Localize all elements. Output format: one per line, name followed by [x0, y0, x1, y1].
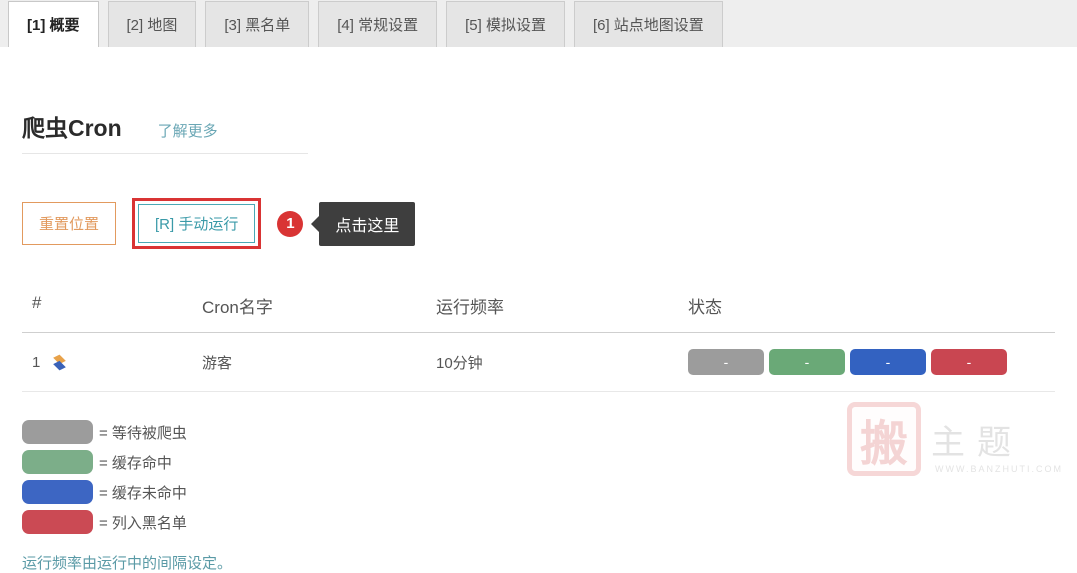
- tab-overview[interactable]: [1] 概要: [8, 1, 99, 47]
- table-header: # Cron名字 运行频率 状态: [22, 285, 1055, 333]
- crawler-icon: [50, 353, 69, 372]
- manual-run-button[interactable]: [R] 手动运行: [138, 204, 255, 243]
- row-index: 1: [32, 354, 40, 371]
- row-name: 游客: [202, 352, 436, 373]
- cron-table: # Cron名字 运行频率 状态 1 游客 10分钟 - - -: [22, 285, 1055, 392]
- status-pill-hit[interactable]: -: [769, 349, 845, 375]
- legend: = 等待被爬虫 = 缓存命中 = 缓存未命中 = 列入黑名单: [22, 420, 1055, 534]
- col-name: Cron名字: [202, 293, 436, 318]
- status-pill-blacklist[interactable]: -: [931, 349, 1007, 375]
- row-freq: 10分钟: [436, 352, 688, 373]
- content-panel: 爬虫Cron 了解更多 重置位置 [R] 手动运行 1 点击这里 # Cron名…: [0, 47, 1077, 573]
- legend-label: = 缓存未命中: [99, 482, 187, 503]
- legend-swatch-green: [22, 450, 93, 474]
- tab-bar: [1] 概要 [2] 地图 [3] 黑名单 [4] 常规设置 [5] 模拟设置 …: [0, 0, 1077, 47]
- col-freq: 运行频率: [436, 293, 688, 318]
- legend-item-hit: = 缓存命中: [22, 450, 1055, 474]
- col-status: 状态: [688, 293, 1045, 318]
- legend-swatch-blue: [22, 480, 93, 504]
- tab-general-settings[interactable]: [4] 常规设置: [318, 1, 437, 47]
- legend-swatch-red: [22, 510, 93, 534]
- learn-more-link[interactable]: 了解更多: [158, 120, 218, 143]
- tab-map[interactable]: [2] 地图: [108, 1, 197, 47]
- step-badge: 1: [277, 211, 303, 237]
- click-here-tooltip: 点击这里: [319, 202, 415, 246]
- footer-note: 运行频率由运行中的间隔设定。: [22, 552, 1055, 573]
- col-index: #: [32, 293, 202, 318]
- section-title: 爬虫Cron: [22, 109, 122, 143]
- legend-item-miss: = 缓存未命中: [22, 480, 1055, 504]
- legend-label: = 列入黑名单: [99, 512, 187, 533]
- legend-item-blacklist: = 列入黑名单: [22, 510, 1055, 534]
- reset-position-button[interactable]: 重置位置: [22, 202, 116, 245]
- action-row: 重置位置 [R] 手动运行 1 点击这里: [22, 198, 1055, 249]
- status-pill-miss[interactable]: -: [850, 349, 926, 375]
- table-row: 1 游客 10分钟 - - - -: [22, 333, 1055, 392]
- legend-swatch-gray: [22, 420, 93, 444]
- tab-blacklist[interactable]: [3] 黑名单: [205, 1, 309, 47]
- highlight-frame: [R] 手动运行: [132, 198, 261, 249]
- legend-label: = 等待被爬虫: [99, 422, 187, 443]
- section-header: 爬虫Cron 了解更多: [22, 109, 308, 154]
- legend-item-waiting: = 等待被爬虫: [22, 420, 1055, 444]
- tab-sitemap-settings[interactable]: [6] 站点地图设置: [574, 1, 723, 47]
- legend-label: = 缓存命中: [99, 452, 172, 473]
- tab-simulation-settings[interactable]: [5] 模拟设置: [446, 1, 565, 47]
- status-pill-waiting[interactable]: -: [688, 349, 764, 375]
